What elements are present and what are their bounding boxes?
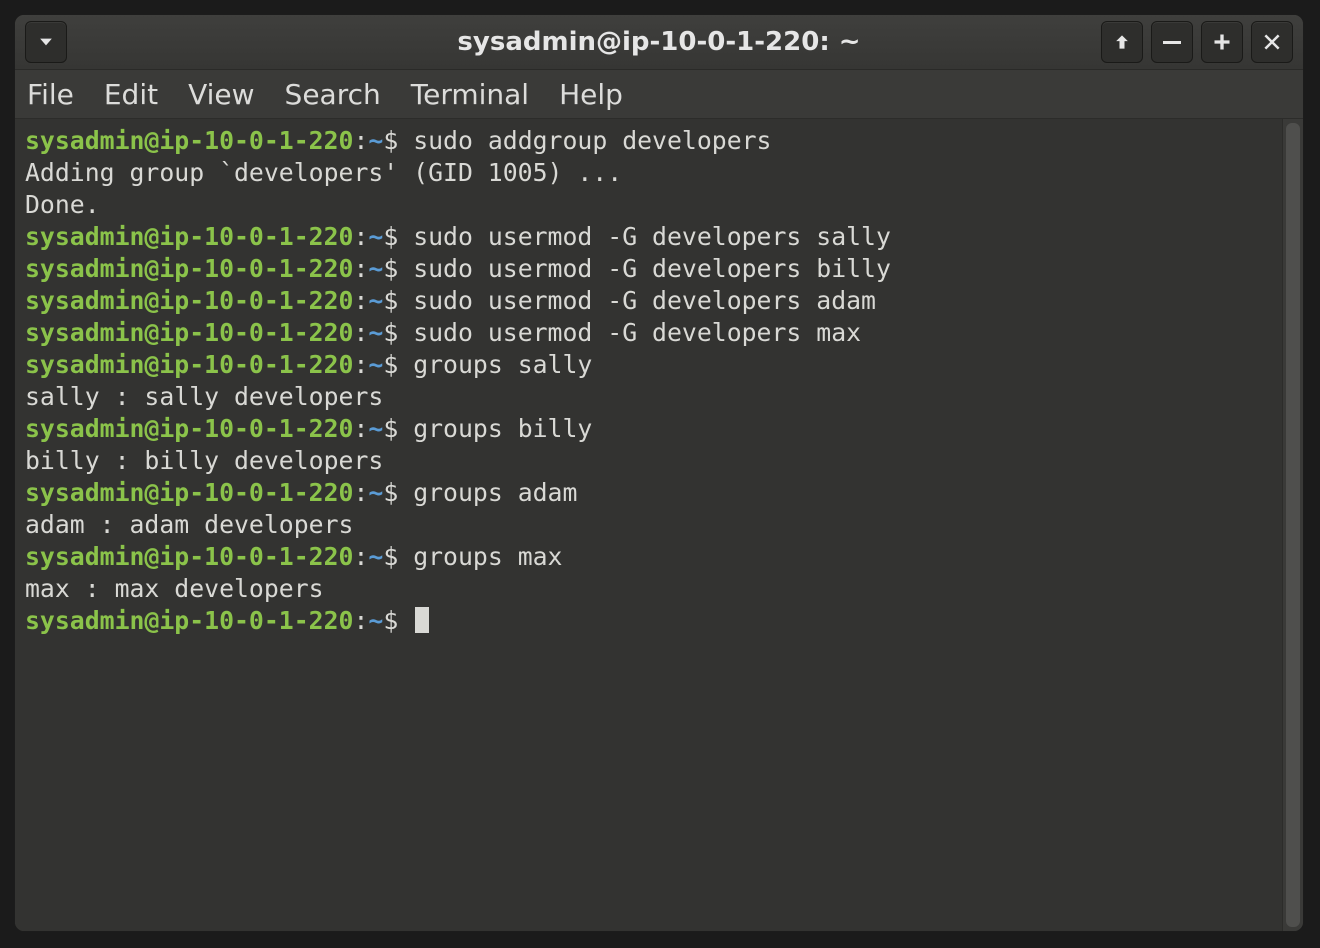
menu-file[interactable]: File [27,78,74,111]
command-text: groups max [413,542,562,571]
arrow-up-icon [1112,32,1132,52]
terminal-line: billy : billy developers [25,445,1272,477]
prompt-path: ~ [368,606,383,635]
scroll-up-button[interactable] [1101,21,1143,63]
prompt-sep: : [353,286,368,315]
terminal-line: sysadmin@ip-10-0-1-220:~$ groups adam [25,477,1272,509]
scrollbar[interactable] [1282,119,1303,931]
terminal-line: sysadmin@ip-10-0-1-220:~$ sudo usermod -… [25,285,1272,317]
terminal-line: sysadmin@ip-10-0-1-220:~$ sudo usermod -… [25,253,1272,285]
command-text: sudo usermod -G developers billy [413,254,891,283]
prompt-sep: : [353,254,368,283]
prompt-sep: : [353,414,368,443]
prompt-path: ~ [368,254,383,283]
prompt-path: ~ [368,478,383,507]
terminal-line: Done. [25,189,1272,221]
chevron-down-icon [36,32,56,52]
plus-icon [1212,32,1232,52]
menubar: File Edit View Search Terminal Help [15,70,1303,119]
prompt-path: ~ [368,350,383,379]
prompt-path: ~ [368,414,383,443]
prompt-path: ~ [368,126,383,155]
prompt-sep: : [353,350,368,379]
prompt-path: ~ [368,318,383,347]
menu-view[interactable]: View [188,78,254,111]
prompt-symbol: $ [383,318,413,347]
prompt-path: ~ [368,542,383,571]
minimize-icon [1163,41,1181,44]
command-text: groups billy [413,414,592,443]
window-menu-button[interactable] [25,21,67,63]
maximize-button[interactable] [1201,21,1243,63]
terminal-area: sysadmin@ip-10-0-1-220:~$ sudo addgroup … [15,119,1303,931]
terminal-line: sysadmin@ip-10-0-1-220:~$ groups billy [25,413,1272,445]
terminal-line: sysadmin@ip-10-0-1-220:~$ sudo usermod -… [25,317,1272,349]
prompt-symbol: $ [383,222,413,251]
terminal-line: max : max developers [25,573,1272,605]
prompt-symbol: $ [383,286,413,315]
command-text: groups sally [413,350,592,379]
terminal-line: adam : adam developers [25,509,1272,541]
prompt-user-host: sysadmin@ip-10-0-1-220 [25,414,353,443]
titlebar: sysadmin@ip-10-0-1-220: ~ [15,15,1303,70]
prompt-path: ~ [368,286,383,315]
prompt-user-host: sysadmin@ip-10-0-1-220 [25,126,353,155]
terminal-line: sysadmin@ip-10-0-1-220:~$ [25,605,1272,637]
prompt-user-host: sysadmin@ip-10-0-1-220 [25,318,353,347]
prompt-sep: : [353,542,368,571]
command-text: sudo usermod -G developers max [413,318,861,347]
terminal-line: sysadmin@ip-10-0-1-220:~$ groups sally [25,349,1272,381]
prompt-user-host: sysadmin@ip-10-0-1-220 [25,542,353,571]
menu-help[interactable]: Help [559,78,623,111]
scrollbar-thumb[interactable] [1286,123,1300,927]
prompt-path: ~ [368,222,383,251]
prompt-symbol: $ [383,350,413,379]
prompt-user-host: sysadmin@ip-10-0-1-220 [25,606,353,635]
terminal-line: sysadmin@ip-10-0-1-220:~$ groups max [25,541,1272,573]
terminal-line: sally : sally developers [25,381,1272,413]
prompt-user-host: sysadmin@ip-10-0-1-220 [25,254,353,283]
command-text: sudo addgroup developers [413,126,771,155]
prompt-sep: : [353,222,368,251]
terminal-window: sysadmin@ip-10-0-1-220: ~ File Edit View… [14,14,1304,932]
command-text: groups adam [413,478,577,507]
prompt-user-host: sysadmin@ip-10-0-1-220 [25,350,353,379]
prompt-symbol: $ [383,542,413,571]
prompt-symbol: $ [383,414,413,443]
close-button[interactable] [1251,21,1293,63]
prompt-symbol: $ [383,478,413,507]
prompt-sep: : [353,606,368,635]
prompt-sep: : [353,478,368,507]
prompt-symbol: $ [383,126,413,155]
prompt-symbol: $ [383,606,413,635]
command-text: sudo usermod -G developers sally [413,222,891,251]
cursor [415,607,429,633]
prompt-user-host: sysadmin@ip-10-0-1-220 [25,286,353,315]
terminal-line: sysadmin@ip-10-0-1-220:~$ sudo addgroup … [25,125,1272,157]
terminal-line: sysadmin@ip-10-0-1-220:~$ sudo usermod -… [25,221,1272,253]
menu-edit[interactable]: Edit [104,78,158,111]
command-text: sudo usermod -G developers adam [413,286,876,315]
minimize-button[interactable] [1151,21,1193,63]
prompt-user-host: sysadmin@ip-10-0-1-220 [25,478,353,507]
terminal-output[interactable]: sysadmin@ip-10-0-1-220:~$ sudo addgroup … [15,119,1282,931]
close-icon [1262,32,1282,52]
prompt-symbol: $ [383,254,413,283]
prompt-sep: : [353,126,368,155]
menu-search[interactable]: Search [285,78,381,111]
menu-terminal[interactable]: Terminal [411,78,529,111]
prompt-user-host: sysadmin@ip-10-0-1-220 [25,222,353,251]
terminal-line: Adding group `developers' (GID 1005) ... [25,157,1272,189]
prompt-sep: : [353,318,368,347]
